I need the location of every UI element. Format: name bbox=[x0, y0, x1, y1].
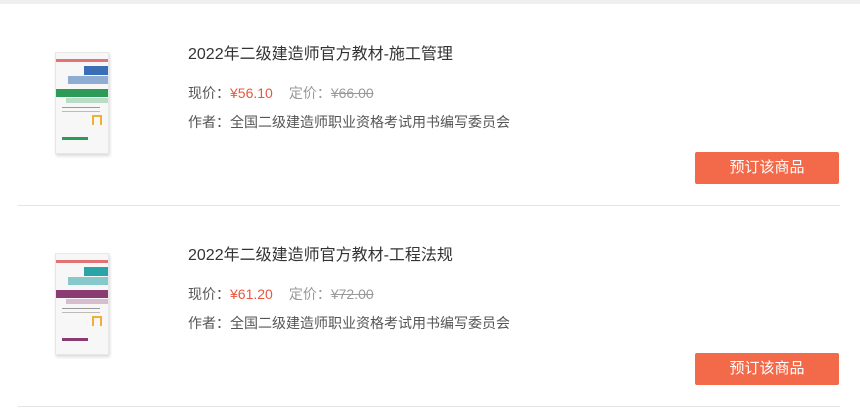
order-button[interactable]: 预订该商品 bbox=[695, 152, 839, 184]
product-title[interactable]: 2022年二级建造师官方教材-工程法规 bbox=[188, 241, 453, 265]
list-price-label: 定价： bbox=[288, 286, 331, 302]
author-label: 作者： bbox=[188, 114, 230, 130]
current-price-label: 现价： bbox=[188, 286, 230, 302]
author-name: 全国二级建造师职业资格考试用书编写委员会 bbox=[230, 315, 510, 331]
list-price: ¥66.00 bbox=[330, 85, 374, 101]
product-item: 2022年二级建造师官方教材-工程法规 现价：¥61.20 定价：¥72.00 作… bbox=[18, 205, 840, 407]
current-price-label: 现价： bbox=[188, 85, 230, 101]
price-row: 现价：¥61.20 定价：¥72.00 bbox=[188, 284, 374, 304]
author-label: 作者： bbox=[188, 315, 230, 331]
list-price-label: 定价： bbox=[288, 85, 331, 101]
current-price: ¥61.20 bbox=[230, 286, 273, 302]
product-title[interactable]: 2022年二级建造师官方教材-施工管理 bbox=[188, 40, 453, 64]
current-price: ¥56.10 bbox=[230, 85, 273, 101]
book-cover-image[interactable] bbox=[55, 253, 109, 355]
product-list: 2022年二级建造师官方教材-施工管理 现价：¥56.10 定价：¥66.00 作… bbox=[0, 0, 860, 408]
author-row: 作者：全国二级建造师职业资格考试用书编写委员会 bbox=[188, 313, 510, 333]
order-button[interactable]: 预订该商品 bbox=[695, 353, 839, 385]
list-price: ¥72.00 bbox=[330, 286, 374, 302]
price-row: 现价：¥56.10 定价：¥66.00 bbox=[188, 83, 374, 103]
book-cover-image[interactable] bbox=[55, 52, 109, 154]
author-row: 作者：全国二级建造师职业资格考试用书编写委员会 bbox=[188, 112, 510, 132]
author-name: 全国二级建造师职业资格考试用书编写委员会 bbox=[230, 114, 510, 130]
product-item: 2022年二级建造师官方教材-施工管理 现价：¥56.10 定价：¥66.00 作… bbox=[18, 4, 840, 206]
